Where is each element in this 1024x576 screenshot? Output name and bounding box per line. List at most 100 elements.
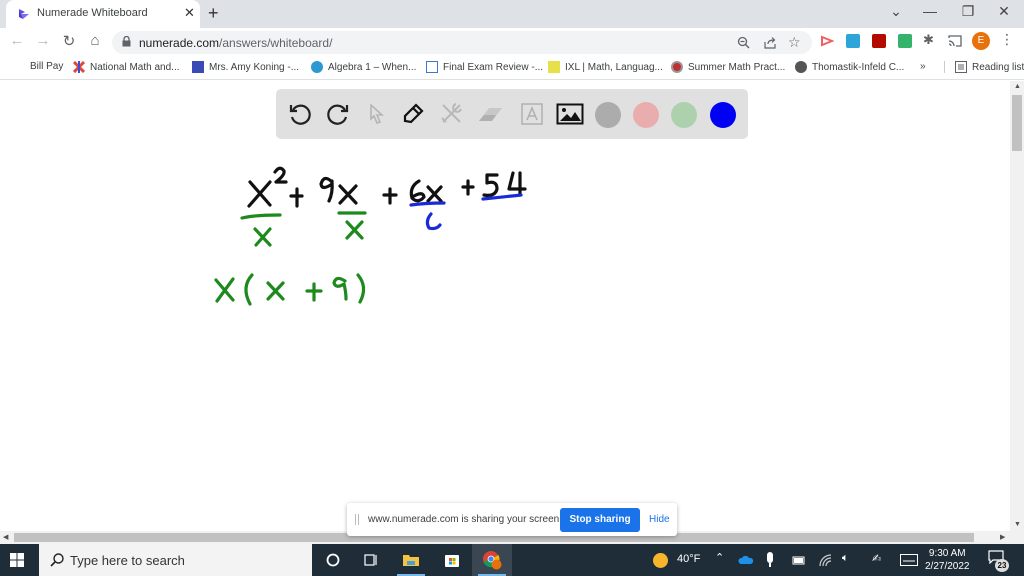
share-icon[interactable] <box>763 36 777 49</box>
numerade-extension-icon[interactable] <box>820 34 834 48</box>
url-path: /answers/whiteboard/ <box>219 36 333 50</box>
wifi-icon[interactable] <box>818 553 832 567</box>
tab-search-icon[interactable]: ⌄ <box>886 3 906 20</box>
touch-keyboard-icon[interactable] <box>900 554 918 566</box>
adobe-acrobat-icon[interactable] <box>872 34 886 48</box>
pen-workspace-icon[interactable]: ✍︎ <box>872 552 881 565</box>
show-hidden-icons-icon[interactable]: ⌃ <box>715 551 724 564</box>
bookmark-label: Algebra 1 – When... <box>328 61 417 73</box>
clock-time: 9:30 AM <box>928 548 966 559</box>
bookmark-bill-pay[interactable]: Bill Pay <box>30 61 63 72</box>
bookmark-summer-math[interactable]: Summer Math Pract... <box>671 61 785 73</box>
green-extension-icon[interactable] <box>898 34 912 48</box>
volume-icon[interactable]: 🔈︎ <box>842 552 849 565</box>
forward-button[interactable]: → <box>34 32 52 49</box>
redo-button[interactable] <box>324 100 352 128</box>
image-tool-button[interactable] <box>556 100 584 128</box>
taskbar-search-box[interactable]: Type here to search <box>39 544 312 576</box>
summer-math-icon <box>671 61 683 73</box>
bookmark-final-exam-review[interactable]: Final Exam Review -... <box>426 61 543 73</box>
back-button[interactable]: ← <box>8 32 26 49</box>
close-window-button[interactable]: ✕ <box>994 3 1014 20</box>
new-tab-button[interactable]: + <box>208 3 219 24</box>
scroll-up-arrow-icon[interactable]: ▲ <box>1014 83 1021 90</box>
system-clock[interactable]: 9:30 AM 2/27/2022 <box>925 547 970 573</box>
weather-temperature: 40°F <box>677 553 701 565</box>
bookmark-mrs-amy-koning[interactable]: Mrs. Amy Koning -... <box>192 61 299 73</box>
wordpress-icon <box>311 61 323 73</box>
screencastify-icon[interactable] <box>846 34 860 48</box>
tab-title: Numerade Whiteboard <box>37 7 148 19</box>
bookmarks-bar: Bill Pay National Math and... Mrs. Amy K… <box>0 56 1024 80</box>
onedrive-icon[interactable] <box>738 555 754 565</box>
share-message: www.numerade.com is sharing your screen. <box>368 514 562 525</box>
tab-numerade-whiteboard[interactable]: Numerade Whiteboard ✕ <box>6 0 200 28</box>
file-explorer-button[interactable] <box>391 544 431 576</box>
color-blue-swatch[interactable] <box>710 102 736 128</box>
task-view-button[interactable] <box>351 544 391 576</box>
notification-center-button[interactable]: 23 <box>988 550 1010 572</box>
hide-button[interactable]: Hide <box>649 514 670 525</box>
tools-button[interactable] <box>438 100 466 128</box>
home-button[interactable]: ⌂ <box>86 32 104 49</box>
extensions-puzzle-icon[interactable]: ✱ <box>923 32 937 47</box>
reading-list-button[interactable]: Reading list <box>944 61 1024 73</box>
color-green-swatch[interactable] <box>671 102 697 128</box>
vertical-scroll-thumb[interactable] <box>1012 95 1022 151</box>
profile-avatar[interactable]: E <box>972 32 990 50</box>
classroom-icon <box>192 61 204 73</box>
windows-taskbar: Type here to search 40°F ⌃ 🔈︎ ✍︎ 9:30 AM… <box>0 544 1024 576</box>
cast-icon[interactable] <box>948 34 962 48</box>
windows-start-icon[interactable] <box>10 553 24 567</box>
chrome-button[interactable] <box>472 544 512 576</box>
browser-menu-button[interactable]: ⋮ <box>1000 31 1014 48</box>
reading-list-label: Reading list <box>972 61 1024 73</box>
clock-date: 2/27/2022 <box>925 561 970 572</box>
notification-count-badge: 23 <box>995 559 1009 572</box>
task-view-icon <box>364 554 377 566</box>
cortana-button[interactable] <box>313 544 353 576</box>
color-pink-swatch[interactable] <box>633 102 659 128</box>
tab-close-icon[interactable]: ✕ <box>184 5 195 21</box>
numerade-logo-icon <box>19 9 29 19</box>
zoom-out-icon[interactable] <box>737 36 750 49</box>
undo-button[interactable] <box>286 100 314 128</box>
minimize-button[interactable]: — <box>920 3 940 19</box>
scroll-left-arrow-icon[interactable]: ◀ <box>3 533 8 541</box>
bookmarks-overflow-button[interactable]: » <box>920 61 926 72</box>
scroll-down-arrow-icon[interactable]: ▼ <box>1014 521 1021 528</box>
bookmark-ixl[interactable]: IXL | Math, Languag... <box>548 61 663 73</box>
color-gray-swatch[interactable] <box>595 102 621 128</box>
microsoft-store-button[interactable] <box>432 544 472 576</box>
restore-button[interactable]: ❐ <box>958 3 978 20</box>
tools-icon <box>441 103 462 123</box>
url-text[interactable]: numerade.com/answers/whiteboard/ <box>139 36 332 50</box>
ink-9x <box>319 176 358 205</box>
pen-tool-button[interactable] <box>400 100 428 128</box>
search-placeholder: Type here to search <box>70 553 185 568</box>
text-tool-button[interactable] <box>518 100 546 128</box>
select-tool-button[interactable] <box>362 100 390 128</box>
bookmark-thomastik-infeld[interactable]: Thomastik-Infeld C... <box>795 61 904 73</box>
address-bar[interactable]: numerade.com/answers/whiteboard/ ☆ <box>112 31 812 54</box>
cortana-icon <box>326 553 340 567</box>
scroll-right-arrow-icon[interactable]: ▶ <box>1000 533 1005 541</box>
vertical-scrollbar[interactable]: ▲ ▼ <box>1010 81 1024 531</box>
redo-icon <box>327 104 349 125</box>
bookmark-label: Bill Pay <box>30 61 64 72</box>
stop-sharing-button[interactable]: Stop sharing <box>560 508 640 532</box>
battery-icon[interactable] <box>792 554 806 566</box>
nmsi-icon <box>73 61 85 73</box>
lock-icon <box>122 36 131 47</box>
drag-handle[interactable] <box>355 514 359 525</box>
bookmark-label: Summer Math Pract... <box>688 61 786 73</box>
whiteboard-page <box>0 81 1010 528</box>
reload-button[interactable]: ↻ <box>60 32 78 50</box>
text-box-icon <box>521 103 543 125</box>
whiteboard-canvas[interactable] <box>0 81 1010 528</box>
bookmark-algebra-1[interactable]: Algebra 1 – When... <box>311 61 416 73</box>
bookmark-star-icon[interactable]: ☆ <box>788 34 801 51</box>
microphone-icon[interactable] <box>766 552 774 568</box>
bookmark-national-math[interactable]: National Math and... <box>73 61 180 73</box>
eraser-tool-button[interactable] <box>476 100 504 128</box>
